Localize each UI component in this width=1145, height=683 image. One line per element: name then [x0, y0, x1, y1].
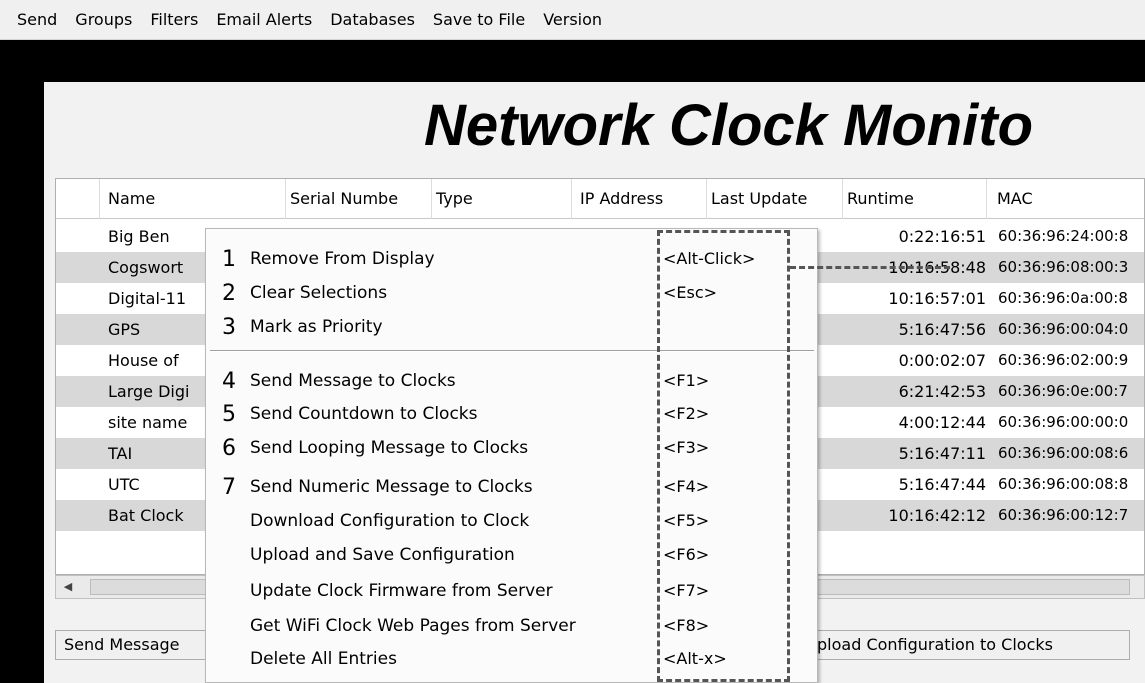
cell-mac: 60:36:96:00:08:8	[998, 475, 1129, 493]
callout-number: 1	[222, 247, 236, 272]
cell-runtime: 4:00:12:44	[898, 413, 986, 432]
cell-runtime: 0:00:02:07	[898, 351, 986, 370]
menu-save-to-file[interactable]: Save to File	[424, 0, 534, 40]
menu-item-label: Send Numeric Message to Clocks	[250, 477, 533, 497]
cell-mac: 60:36:96:0a:00:8	[998, 289, 1128, 307]
menu-item-label: Send Countdown to Clocks	[250, 404, 478, 424]
callout-number: 5	[222, 402, 236, 427]
column-header-runtime[interactable]: Runtime	[843, 179, 987, 219]
upload-configuration-button[interactable]: pload Configuration to Clocks	[812, 630, 1130, 660]
cell-mac: 60:36:96:08:00:3	[998, 258, 1129, 276]
cell-runtime: 5:16:47:56	[898, 320, 986, 339]
send-message-button[interactable]: Send Message	[55, 630, 215, 660]
callout-number: 3	[222, 315, 236, 340]
app-title: Network Clock Monito	[424, 93, 1034, 158]
menu-email-alerts[interactable]: Email Alerts	[207, 0, 321, 40]
column-header-ip[interactable]: IP Address	[572, 179, 707, 219]
callout-number: 2	[222, 281, 236, 306]
cell-mac: 60:36:96:00:00:0	[998, 413, 1129, 431]
cell-runtime: 10:16:57:01	[888, 289, 986, 308]
menu-item-label: Upload and Save Configuration	[250, 545, 515, 565]
column-header-type[interactable]: Type	[432, 179, 572, 219]
callout-number: 7	[222, 475, 236, 500]
cell-mac: 60:36:96:00:12:7	[998, 506, 1129, 524]
column-header-mac[interactable]: MAC	[987, 179, 1144, 219]
cell-mac: 60:36:96:00:04:0	[998, 320, 1129, 338]
menu-item-label: Update Clock Firmware from Server	[250, 581, 553, 601]
cell-runtime: 0:22:16:51	[898, 227, 986, 246]
cell-mac: 60:36:96:02:00:9	[998, 351, 1129, 369]
menu-item-label: Remove From Display	[250, 249, 435, 269]
cell-runtime: 5:16:47:11	[898, 444, 986, 463]
table-header: Name Serial Numbe Type IP Address Last U…	[56, 179, 1144, 219]
cell-mac: 60:36:96:0e:00:7	[998, 382, 1128, 400]
menu-item-label: Mark as Priority	[250, 317, 383, 337]
menu-item-label: Clear Selections	[250, 283, 388, 303]
menu-bar: Send Groups Filters Email Alerts Databas…	[0, 0, 1145, 40]
menu-version[interactable]: Version	[534, 0, 611, 40]
menu-item-label: Delete All Entries	[250, 649, 397, 669]
menu-filters[interactable]: Filters	[141, 0, 207, 40]
column-header-last-update[interactable]: Last Update	[707, 179, 843, 219]
callout-number: 4	[222, 369, 236, 394]
menu-item-label: Download Configuration to Clock	[250, 511, 530, 531]
chevron-left-icon[interactable]: ◀	[56, 576, 80, 598]
column-header-serial[interactable]: Serial Numbe	[286, 179, 432, 219]
cell-runtime: 6:21:42:53	[898, 382, 986, 401]
column-header-name[interactable]: Name	[100, 179, 286, 219]
menu-item-label: Send Looping Message to Clocks	[250, 438, 529, 458]
callout-number: 6	[222, 436, 236, 461]
cell-runtime: 10:16:42:12	[888, 506, 986, 525]
cell-runtime: 5:16:47:44	[898, 475, 986, 494]
menu-groups[interactable]: Groups	[66, 0, 141, 40]
menu-send[interactable]: Send	[8, 0, 66, 40]
table-header-spacer	[56, 179, 100, 219]
cell-mac: 60:36:96:00:08:6	[998, 444, 1129, 462]
shortcut-callout-line	[790, 266, 950, 269]
menu-databases[interactable]: Databases	[321, 0, 424, 40]
shortcut-callout-box	[657, 230, 790, 682]
menu-item-label: Send Message to Clocks	[250, 371, 456, 391]
menu-item-label: Get WiFi Clock Web Pages from Server	[250, 616, 576, 636]
cell-mac: 60:36:96:24:00:8	[998, 227, 1129, 245]
